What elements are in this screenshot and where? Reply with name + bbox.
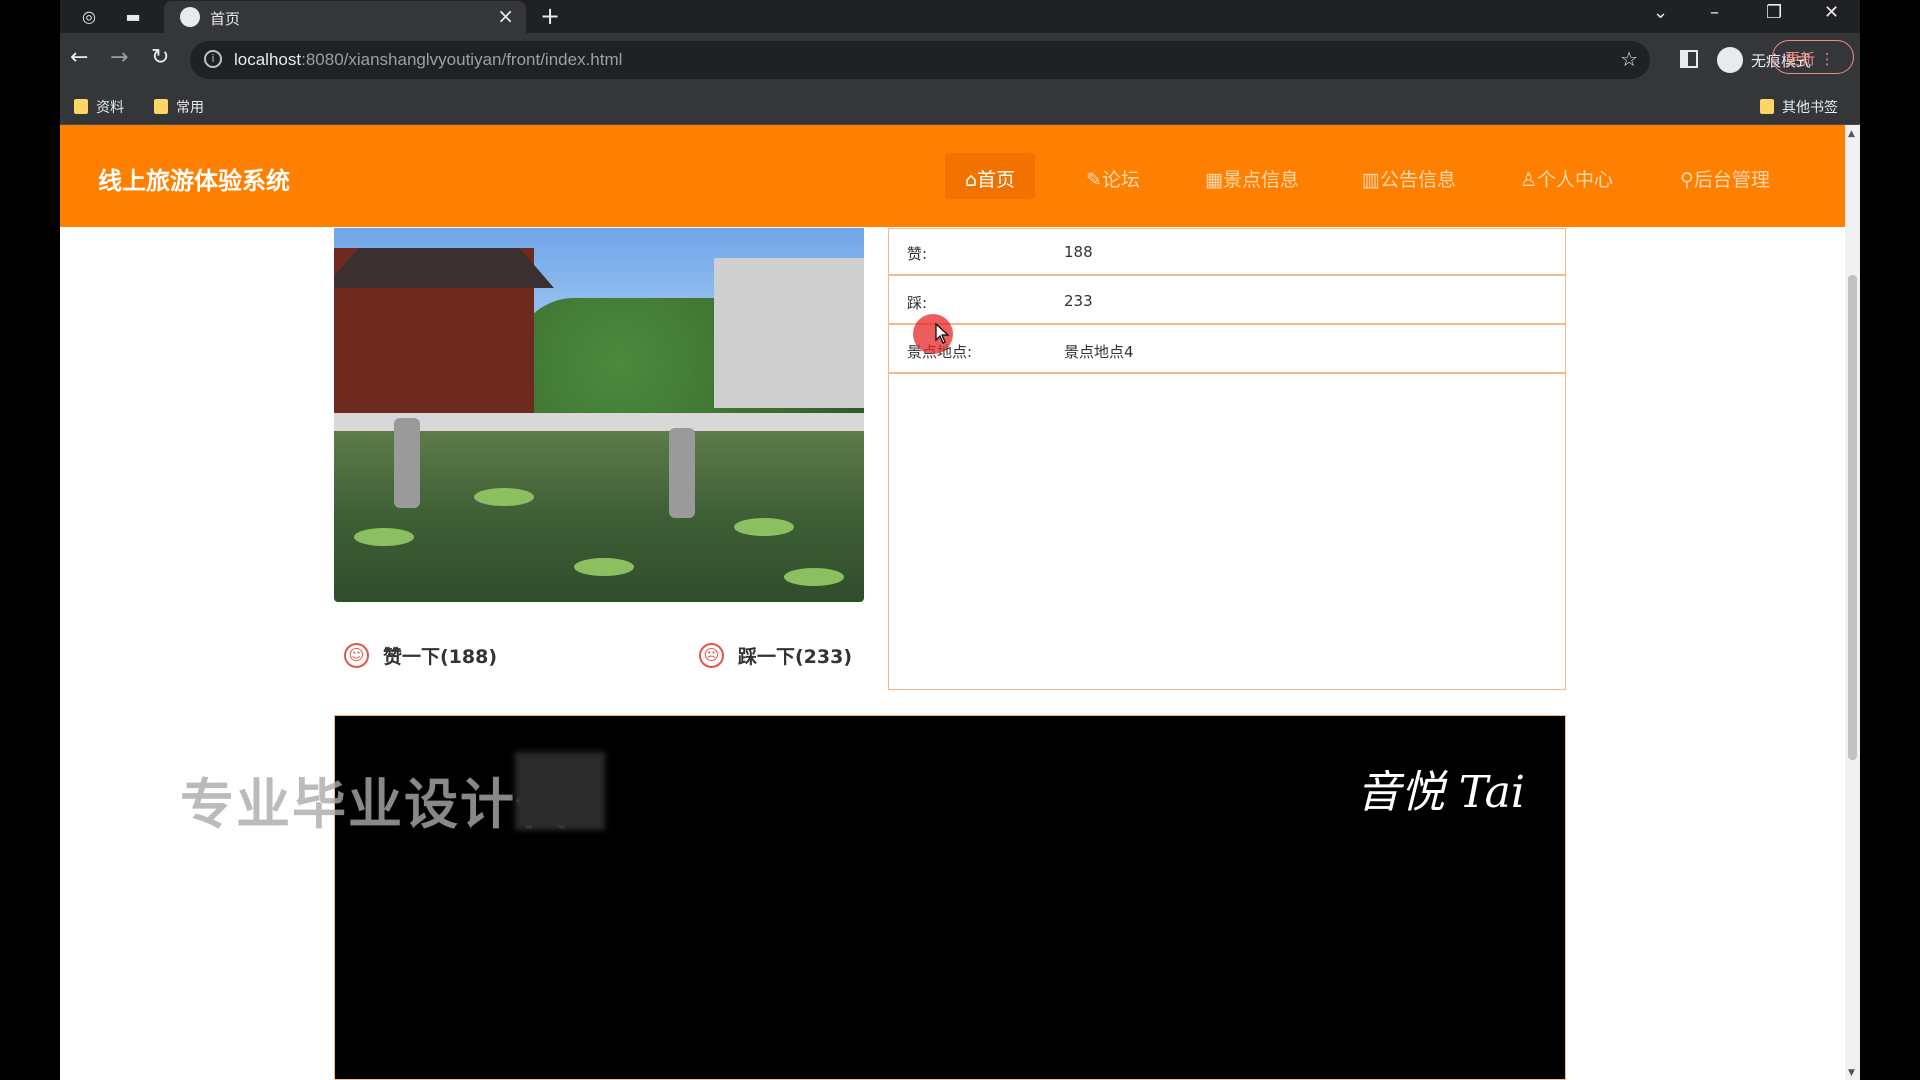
minimize-icon[interactable]: – [1710,2,1719,23]
scroll-up-icon[interactable]: ▲ [1848,129,1855,139]
url-text[interactable]: localhost:8080/xianshanglvyoutiyan/front… [234,50,622,70]
row-value: 景点地点4 [1064,343,1134,361]
new-tab-button[interactable]: + [540,2,560,30]
tab-home[interactable]: 首页 × [164,1,526,33]
nav-forum[interactable]: ✎论坛 [1066,153,1160,199]
table-row: 景点地点: 景点地点4 [889,327,1565,374]
nav-home[interactable]: ⌂首页 [945,153,1036,199]
nav-personal-center[interactable]: ♙个人中心 [1500,153,1633,199]
site-title: 线上旅游体验系统 [98,167,290,195]
nav-notices[interactable]: ▥公告信息 [1342,153,1476,199]
like-button[interactable]: ☺ 赞一下(188) [344,642,497,669]
bookmark-star-icon[interactable]: ☆ [1620,47,1638,71]
table-row: 赞: 188 [889,229,1565,276]
other-bookmarks[interactable]: 其他书签 [1760,97,1838,117]
back-icon[interactable]: ← [70,45,88,70]
forward-icon[interactable]: → [110,45,128,70]
smile-icon: ☺ [344,643,369,668]
nav-scenic-info[interactable]: ▦景点信息 [1185,153,1319,199]
browser-window: ◎ ▬ 首页 × + ⌄ – ❐ ✕ ← → ↻ i localhost:808… [60,0,1860,1080]
page-scrollbar[interactable]: ▲ ▼ [1845,125,1860,1080]
dislike-button[interactable]: ☹ 踩一下(233) [699,642,852,669]
scroll-down-icon[interactable]: ▼ [1848,1068,1855,1078]
update-button[interactable]: 更新 ⋮ [1772,40,1854,74]
site-header: 线上旅游体验系统 ⌂首页 ✎论坛 ▦景点信息 ▥公告信息 ♙个人中心 ⚲后台管理 [60,125,1845,227]
tab-title: 首页 [210,10,241,28]
bookmarks-bar: 资料 常用 其他书签 [60,88,1860,125]
window-close-icon[interactable]: ✕ [1824,2,1839,23]
favicon-icon [180,7,200,27]
nav-admin[interactable]: ⚲后台管理 [1660,153,1790,199]
row-key: 踩: [907,294,928,312]
site-info-icon[interactable]: i [204,50,222,68]
row-value: 233 [1064,292,1093,310]
frown-icon: ☹ [699,643,724,668]
url-host: localhost [234,50,302,69]
incognito-icon [1717,47,1743,73]
row-key: 赞: [907,245,928,263]
close-icon[interactable]: × [497,4,514,28]
scenic-detail-table: 赞: 188 踩: 233 景点地点: 景点地点4 [888,228,1566,690]
globe-icon[interactable]: ◎ [78,6,100,28]
bookmark-folder[interactable]: 资料 [74,97,124,117]
row-value: 188 [1064,243,1093,261]
like-label: 赞一下(188) [383,646,498,668]
tab-strip: ◎ ▬ 首页 × + ⌄ – ❐ ✕ [60,0,1860,33]
bookmark-folder[interactable]: 常用 [154,97,204,117]
scrollbar-thumb[interactable] [1848,275,1857,760]
tab-search-icon[interactable]: ▬ [122,6,144,28]
video-signature: 音悦 Tai [1356,767,1525,818]
blur-patch [515,752,605,830]
scenic-photo [334,228,864,602]
table-row: 踩: 233 [889,278,1565,325]
web-page: 线上旅游体验系统 ⌂首页 ✎论坛 ▦景点信息 ▥公告信息 ♙个人中心 ⚲后台管理 [60,125,1845,1080]
chevron-down-icon[interactable]: ⌄ [1653,2,1668,23]
reload-icon[interactable]: ↻ [151,45,169,70]
url-path: :8080/xianshanglvyoutiyan/front/index.ht… [301,50,623,69]
browser-toolbar: ← → ↻ i localhost:8080/xianshanglvyoutiy… [60,33,1860,88]
watermark-overlay: 专业毕业设计代 [180,773,572,836]
dislike-label: 踩一下(233) [738,646,853,668]
address-bar[interactable]: i localhost:8080/xianshanglvyoutiyan/fro… [190,41,1650,79]
restore-icon[interactable]: ❐ [1766,2,1782,23]
